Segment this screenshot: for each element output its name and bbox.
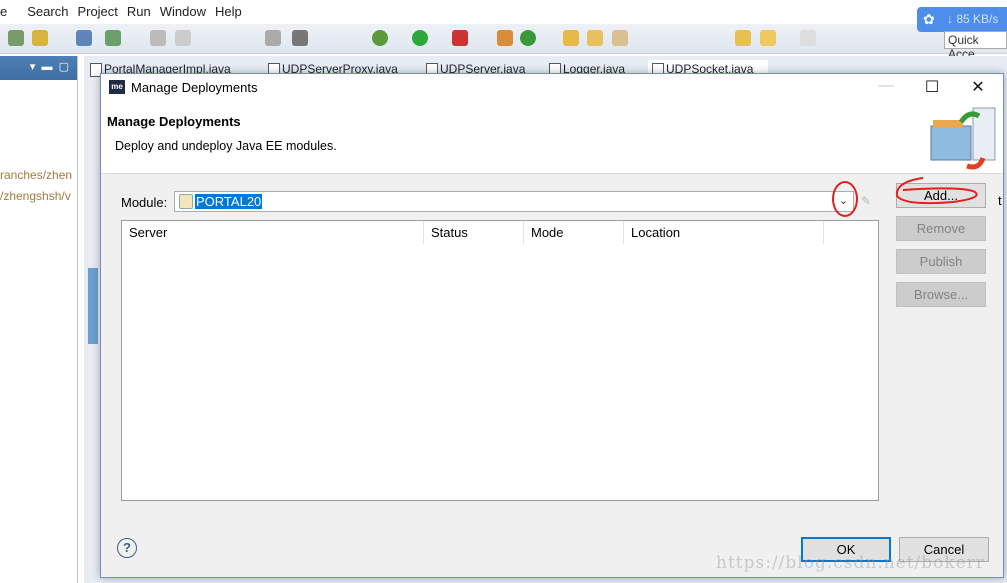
quick-access-input[interactable]: Quick Acce <box>944 31 1007 61</box>
network-speed-badge: ✿ ↓ 85 KB/s <box>917 7 1007 32</box>
open-icon[interactable] <box>76 30 92 46</box>
menu-window[interactable]: Window <box>160 0 215 24</box>
manage-deployments-dialog: me Manage Deployments — ☐ ✕ Manage Deplo… <box>100 73 1004 578</box>
minimize-button[interactable]: — <box>871 77 901 99</box>
toolbar-icon[interactable] <box>150 30 166 46</box>
menu-search[interactable]: Search <box>16 0 77 24</box>
forward-icon[interactable] <box>800 30 816 46</box>
dialog-description: Deploy and undeploy Java EE modules. <box>115 139 337 153</box>
tree-item[interactable]: ranches/zhen <box>0 168 76 182</box>
open-folder-icon[interactable] <box>563 30 579 46</box>
net-speed-text: ↓ 85 KB/s <box>947 12 999 26</box>
toolbar-icon[interactable] <box>265 30 281 46</box>
toolbar-icon[interactable] <box>8 30 24 46</box>
run-server-icon[interactable] <box>452 30 468 46</box>
background-text: t <box>998 193 1002 208</box>
dialog-heading: Manage Deployments <box>107 114 241 129</box>
help-icon[interactable]: ? <box>117 538 137 558</box>
annotation-circle <box>832 181 858 217</box>
close-button[interactable]: ✕ <box>963 77 993 99</box>
publish-button[interactable]: Publish <box>896 249 986 274</box>
module-icon <box>179 194 193 209</box>
tomcat-icon[interactable] <box>32 30 48 46</box>
dialog-titlebar: me Manage Deployments — ☐ ✕ <box>101 74 1003 102</box>
column-status[interactable]: Status <box>424 221 524 244</box>
table-header: Server Status Mode Location <box>122 221 878 245</box>
column-server[interactable]: Server <box>122 221 424 244</box>
toolbar-icon[interactable] <box>497 30 513 46</box>
toolbar-icon[interactable] <box>612 30 628 46</box>
grid-icon[interactable] <box>105 30 121 46</box>
baidu-cloud-icon: ✿ <box>923 11 935 27</box>
toolbar-icon[interactable] <box>175 30 191 46</box>
module-value: PORTAL20 <box>195 194 263 209</box>
run-icon[interactable] <box>412 30 428 46</box>
back-icon[interactable] <box>735 30 751 46</box>
panel-header: ▾ ▬ ▢ <box>0 56 77 80</box>
deploy-banner-icon <box>930 107 996 170</box>
maximize-button[interactable]: ☐ <box>917 77 947 99</box>
app-icon: me <box>109 80 125 94</box>
menu-project[interactable]: Project <box>77 0 126 24</box>
column-location[interactable]: Location <box>624 221 824 244</box>
remove-button[interactable]: Remove <box>896 216 986 241</box>
folder-icon[interactable] <box>587 30 603 46</box>
toolbar <box>0 24 1007 54</box>
column-mode[interactable]: Mode <box>524 221 624 244</box>
left-panel: ▾ ▬ ▢ ranches/zhen /zhengshsh/v <box>0 56 78 583</box>
clear-icon[interactable]: ✎ <box>861 194 875 208</box>
menu-file[interactable]: e <box>0 0 16 24</box>
scrollbar[interactable] <box>88 268 98 344</box>
dialog-title: Manage Deployments <box>131 80 258 95</box>
toolbar-icon[interactable] <box>520 30 536 46</box>
menu-run[interactable]: Run <box>127 0 160 24</box>
back-icon[interactable] <box>760 30 776 46</box>
menu-help[interactable]: Help <box>215 0 251 24</box>
module-combo[interactable]: PORTAL20 ⌄ <box>174 191 854 212</box>
browse-button[interactable]: Browse... <box>896 282 986 307</box>
dialog-header: Manage Deployments Deploy and undeploy J… <box>101 102 1003 174</box>
toolbar-icon[interactable] <box>292 30 308 46</box>
module-label: Module: <box>121 195 168 210</box>
deployments-table: Server Status Mode Location <box>121 220 879 501</box>
debug-icon[interactable] <box>372 30 388 46</box>
watermark: https://blog.csdn.net/bokerr <box>716 553 986 573</box>
menu-bar: e Search Project Run Window Help <box>0 0 1007 24</box>
tree-item[interactable]: /zhengshsh/v <box>0 189 76 203</box>
annotation-scribble <box>895 177 978 205</box>
